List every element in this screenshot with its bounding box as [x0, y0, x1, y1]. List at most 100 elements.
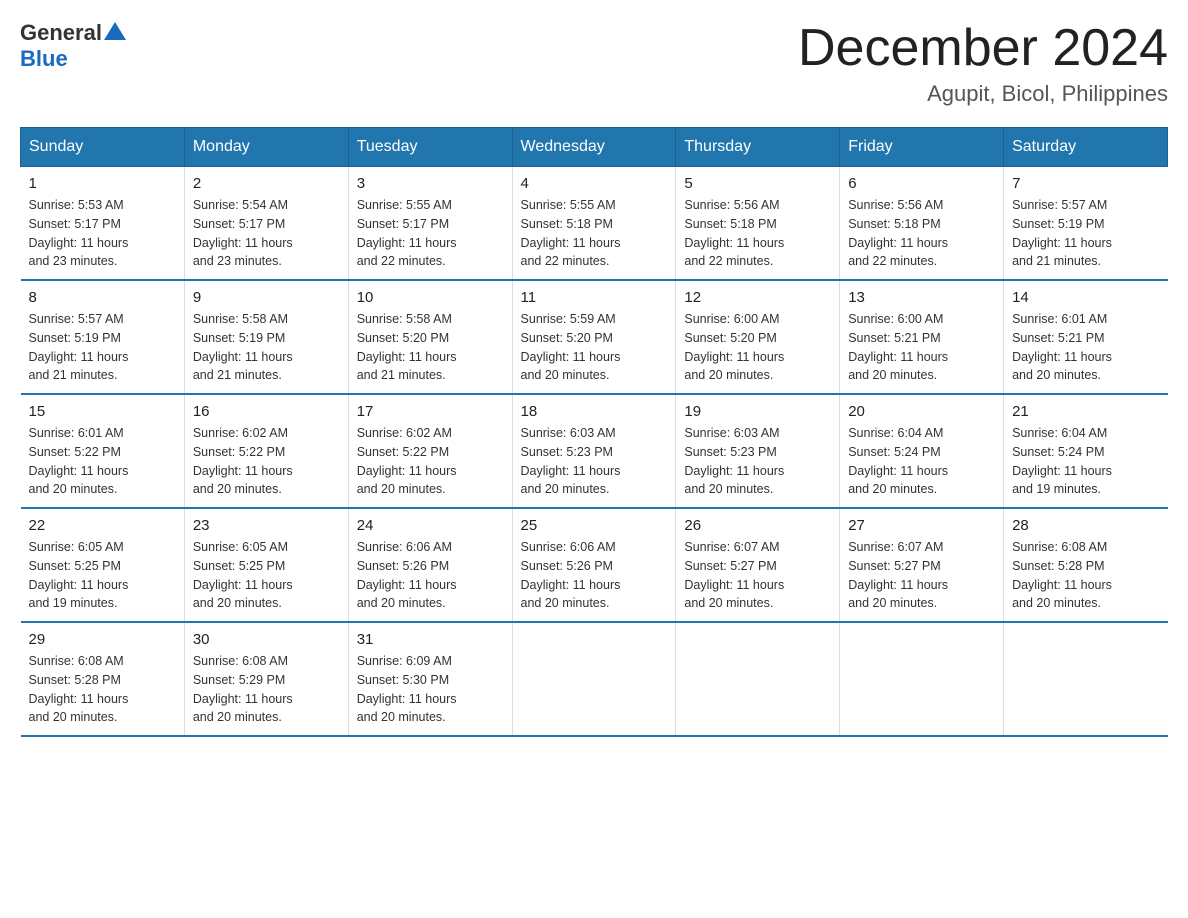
day-info: Sunrise: 6:06 AM Sunset: 5:26 PM Dayligh… [357, 538, 504, 613]
day-number: 2 [193, 175, 340, 192]
page-header: General Blue December 2024 Agupit, Bicol… [20, 20, 1168, 107]
weekday-header-sunday: Sunday [21, 128, 185, 167]
calendar-subtitle: Agupit, Bicol, Philippines [798, 81, 1168, 107]
day-number: 1 [29, 175, 176, 192]
day-number: 19 [684, 403, 831, 420]
day-info: Sunrise: 6:03 AM Sunset: 5:23 PM Dayligh… [684, 424, 831, 499]
day-info: Sunrise: 5:53 AM Sunset: 5:17 PM Dayligh… [29, 196, 176, 271]
calendar-cell: 15 Sunrise: 6:01 AM Sunset: 5:22 PM Dayl… [21, 394, 185, 508]
calendar-cell: 13 Sunrise: 6:00 AM Sunset: 5:21 PM Dayl… [840, 280, 1004, 394]
calendar-cell [676, 622, 840, 736]
calendar-week-row: 22 Sunrise: 6:05 AM Sunset: 5:25 PM Dayl… [21, 508, 1168, 622]
day-number: 23 [193, 517, 340, 534]
day-info: Sunrise: 6:05 AM Sunset: 5:25 PM Dayligh… [29, 538, 176, 613]
day-number: 26 [684, 517, 831, 534]
calendar-week-row: 15 Sunrise: 6:01 AM Sunset: 5:22 PM Dayl… [21, 394, 1168, 508]
day-info: Sunrise: 6:07 AM Sunset: 5:27 PM Dayligh… [848, 538, 995, 613]
day-info: Sunrise: 6:06 AM Sunset: 5:26 PM Dayligh… [521, 538, 668, 613]
day-number: 4 [521, 175, 668, 192]
calendar-cell: 6 Sunrise: 5:56 AM Sunset: 5:18 PM Dayli… [840, 167, 1004, 281]
day-info: Sunrise: 5:57 AM Sunset: 5:19 PM Dayligh… [29, 310, 176, 385]
calendar-cell [1004, 622, 1168, 736]
day-info: Sunrise: 5:59 AM Sunset: 5:20 PM Dayligh… [521, 310, 668, 385]
day-number: 6 [848, 175, 995, 192]
day-number: 3 [357, 175, 504, 192]
calendar-cell: 25 Sunrise: 6:06 AM Sunset: 5:26 PM Dayl… [512, 508, 676, 622]
calendar-week-row: 1 Sunrise: 5:53 AM Sunset: 5:17 PM Dayli… [21, 167, 1168, 281]
weekday-header-saturday: Saturday [1004, 128, 1168, 167]
weekday-header-row: SundayMondayTuesdayWednesdayThursdayFrid… [21, 128, 1168, 167]
day-number: 31 [357, 631, 504, 648]
calendar-table: SundayMondayTuesdayWednesdayThursdayFrid… [20, 127, 1168, 737]
calendar-cell: 22 Sunrise: 6:05 AM Sunset: 5:25 PM Dayl… [21, 508, 185, 622]
day-number: 11 [521, 289, 668, 306]
calendar-cell: 7 Sunrise: 5:57 AM Sunset: 5:19 PM Dayli… [1004, 167, 1168, 281]
day-number: 24 [357, 517, 504, 534]
calendar-cell: 1 Sunrise: 5:53 AM Sunset: 5:17 PM Dayli… [21, 167, 185, 281]
calendar-cell: 8 Sunrise: 5:57 AM Sunset: 5:19 PM Dayli… [21, 280, 185, 394]
weekday-header-wednesday: Wednesday [512, 128, 676, 167]
calendar-cell: 5 Sunrise: 5:56 AM Sunset: 5:18 PM Dayli… [676, 167, 840, 281]
calendar-cell: 19 Sunrise: 6:03 AM Sunset: 5:23 PM Dayl… [676, 394, 840, 508]
day-info: Sunrise: 6:08 AM Sunset: 5:29 PM Dayligh… [193, 652, 340, 727]
calendar-cell: 29 Sunrise: 6:08 AM Sunset: 5:28 PM Dayl… [21, 622, 185, 736]
calendar-cell: 10 Sunrise: 5:58 AM Sunset: 5:20 PM Dayl… [348, 280, 512, 394]
calendar-cell: 16 Sunrise: 6:02 AM Sunset: 5:22 PM Dayl… [184, 394, 348, 508]
day-number: 28 [1012, 517, 1159, 534]
day-info: Sunrise: 6:08 AM Sunset: 5:28 PM Dayligh… [1012, 538, 1159, 613]
calendar-cell: 23 Sunrise: 6:05 AM Sunset: 5:25 PM Dayl… [184, 508, 348, 622]
calendar-cell: 21 Sunrise: 6:04 AM Sunset: 5:24 PM Dayl… [1004, 394, 1168, 508]
day-info: Sunrise: 5:55 AM Sunset: 5:18 PM Dayligh… [521, 196, 668, 271]
calendar-cell: 27 Sunrise: 6:07 AM Sunset: 5:27 PM Dayl… [840, 508, 1004, 622]
weekday-header-tuesday: Tuesday [348, 128, 512, 167]
day-info: Sunrise: 5:55 AM Sunset: 5:17 PM Dayligh… [357, 196, 504, 271]
calendar-cell [840, 622, 1004, 736]
calendar-cell [512, 622, 676, 736]
day-info: Sunrise: 6:01 AM Sunset: 5:21 PM Dayligh… [1012, 310, 1159, 385]
day-info: Sunrise: 6:02 AM Sunset: 5:22 PM Dayligh… [193, 424, 340, 499]
weekday-header-friday: Friday [840, 128, 1004, 167]
day-info: Sunrise: 6:03 AM Sunset: 5:23 PM Dayligh… [521, 424, 668, 499]
day-number: 29 [29, 631, 176, 648]
calendar-cell: 3 Sunrise: 5:55 AM Sunset: 5:17 PM Dayli… [348, 167, 512, 281]
day-number: 22 [29, 517, 176, 534]
logo: General Blue [20, 20, 126, 72]
day-info: Sunrise: 5:58 AM Sunset: 5:19 PM Dayligh… [193, 310, 340, 385]
day-number: 9 [193, 289, 340, 306]
calendar-cell: 20 Sunrise: 6:04 AM Sunset: 5:24 PM Dayl… [840, 394, 1004, 508]
day-number: 8 [29, 289, 176, 306]
day-info: Sunrise: 6:05 AM Sunset: 5:25 PM Dayligh… [193, 538, 340, 613]
day-number: 14 [1012, 289, 1159, 306]
title-section: December 2024 Agupit, Bicol, Philippines [798, 20, 1168, 107]
day-info: Sunrise: 6:01 AM Sunset: 5:22 PM Dayligh… [29, 424, 176, 499]
day-info: Sunrise: 5:56 AM Sunset: 5:18 PM Dayligh… [684, 196, 831, 271]
calendar-cell: 12 Sunrise: 6:00 AM Sunset: 5:20 PM Dayl… [676, 280, 840, 394]
calendar-cell: 28 Sunrise: 6:08 AM Sunset: 5:28 PM Dayl… [1004, 508, 1168, 622]
day-number: 25 [521, 517, 668, 534]
day-info: Sunrise: 6:00 AM Sunset: 5:21 PM Dayligh… [848, 310, 995, 385]
logo-triangle-icon [104, 20, 126, 42]
day-number: 30 [193, 631, 340, 648]
calendar-week-row: 29 Sunrise: 6:08 AM Sunset: 5:28 PM Dayl… [21, 622, 1168, 736]
calendar-cell: 9 Sunrise: 5:58 AM Sunset: 5:19 PM Dayli… [184, 280, 348, 394]
day-info: Sunrise: 6:04 AM Sunset: 5:24 PM Dayligh… [1012, 424, 1159, 499]
day-number: 5 [684, 175, 831, 192]
calendar-cell: 31 Sunrise: 6:09 AM Sunset: 5:30 PM Dayl… [348, 622, 512, 736]
logo-general-text: General [20, 20, 102, 46]
logo-blue-text: Blue [20, 46, 68, 71]
day-info: Sunrise: 6:02 AM Sunset: 5:22 PM Dayligh… [357, 424, 504, 499]
day-number: 15 [29, 403, 176, 420]
day-number: 10 [357, 289, 504, 306]
calendar-cell: 26 Sunrise: 6:07 AM Sunset: 5:27 PM Dayl… [676, 508, 840, 622]
day-info: Sunrise: 5:56 AM Sunset: 5:18 PM Dayligh… [848, 196, 995, 271]
day-number: 27 [848, 517, 995, 534]
day-number: 21 [1012, 403, 1159, 420]
calendar-cell: 2 Sunrise: 5:54 AM Sunset: 5:17 PM Dayli… [184, 167, 348, 281]
day-info: Sunrise: 6:09 AM Sunset: 5:30 PM Dayligh… [357, 652, 504, 727]
calendar-cell: 17 Sunrise: 6:02 AM Sunset: 5:22 PM Dayl… [348, 394, 512, 508]
day-info: Sunrise: 6:08 AM Sunset: 5:28 PM Dayligh… [29, 652, 176, 727]
day-info: Sunrise: 5:57 AM Sunset: 5:19 PM Dayligh… [1012, 196, 1159, 271]
calendar-cell: 18 Sunrise: 6:03 AM Sunset: 5:23 PM Dayl… [512, 394, 676, 508]
day-number: 12 [684, 289, 831, 306]
day-number: 13 [848, 289, 995, 306]
